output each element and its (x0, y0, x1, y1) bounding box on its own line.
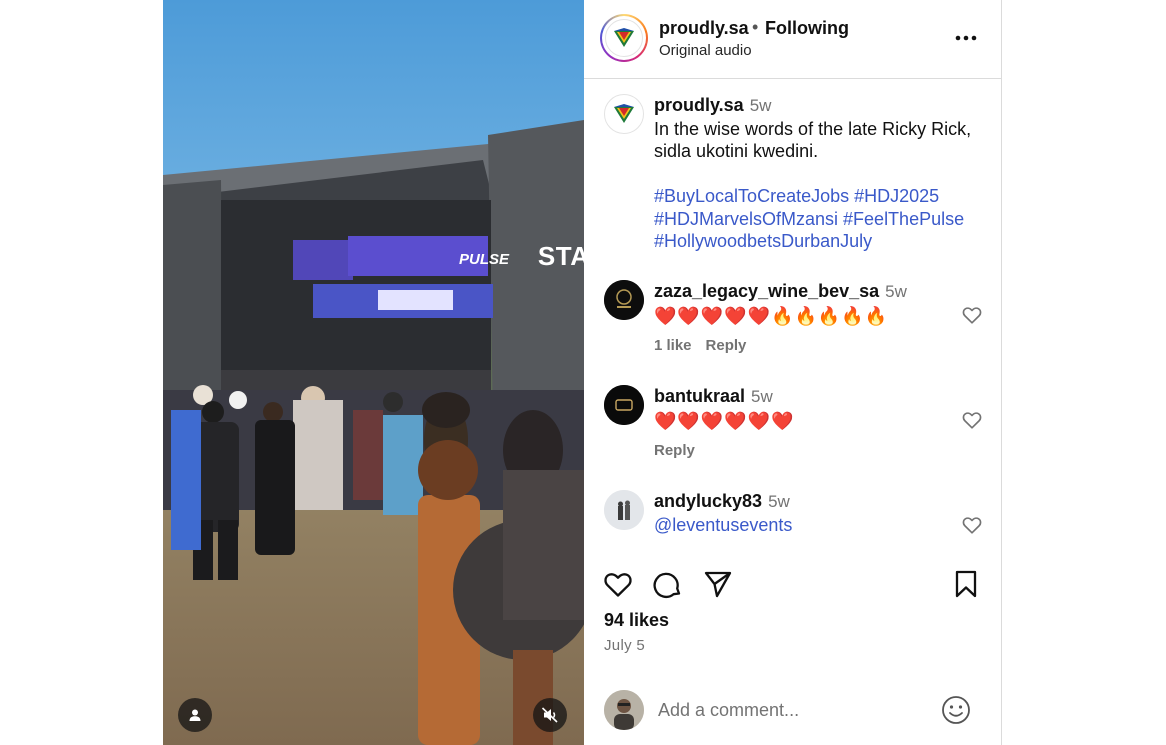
comment-mention[interactable]: @leventusevents (654, 514, 792, 536)
commenter-username[interactable]: andylucky83 (654, 491, 762, 511)
stage-sign: STAGE (537, 241, 584, 271)
heart-icon[interactable] (961, 304, 983, 326)
more-horizontal-icon (955, 35, 977, 41)
comment-text: ❤️❤️❤️❤️❤️🔥🔥🔥🔥🔥 (654, 306, 889, 326)
bookmark-icon[interactable] (950, 568, 982, 600)
comment-body: bantukraal 5w ❤️❤️❤️❤️❤️❤️ (654, 385, 794, 432)
mute-toggle-button[interactable] (533, 698, 567, 732)
post-side-panel: proudly.sa • Following Original audio pr… (584, 0, 1002, 745)
likes-count[interactable]: 94 likes (604, 610, 669, 631)
commenter-avatar[interactable] (604, 490, 644, 530)
post-date[interactable]: July 5 (604, 637, 645, 654)
muted-speaker-icon (541, 707, 558, 723)
caption-time: 5w (749, 96, 772, 115)
caption-line-1: In the wise words of the late Ricky Rick… (654, 118, 972, 139)
festival-scene-image (163, 0, 584, 745)
caption-author-avatar[interactable] (604, 94, 644, 134)
separator-dot: • (752, 17, 759, 37)
post-header: proudly.sa • Following Original audio (584, 0, 1001, 79)
post-media-video[interactable]: PULSE STAGE (163, 0, 584, 745)
hashtags-line-3[interactable]: #HollywoodbetsDurbanJuly (654, 230, 984, 253)
comments-list[interactable]: proudly.sa 5w In the wise words of the la… (584, 80, 1001, 552)
comment-time: 5w (885, 282, 907, 301)
comment-item: bantukraal 5w ❤️❤️❤️❤️❤️❤️ Reply (604, 385, 994, 475)
comment-meta: Reply (654, 442, 709, 459)
post-action-bar: 94 likes July 5 (584, 552, 1001, 672)
caption-line-2: sidla ukotini kwedini. (654, 141, 819, 161)
proudly-sa-logo-icon (614, 104, 634, 123)
commenter-avatar[interactable] (604, 385, 644, 425)
comment-time: 5w (768, 492, 790, 511)
proudly-sa-logo-icon (605, 19, 643, 57)
comment-text: ❤️❤️❤️❤️❤️❤️ (654, 411, 795, 431)
current-user-avatar (604, 690, 644, 730)
caption-username[interactable]: proudly.sa (654, 95, 744, 115)
comment-body: zaza_legacy_wine_bev_sa 5w ❤️❤️❤️❤️❤️🔥🔥🔥🔥… (654, 280, 907, 327)
comment-item: zaza_legacy_wine_bev_sa 5w ❤️❤️❤️❤️❤️🔥🔥🔥🔥… (604, 280, 994, 370)
audio-link[interactable]: Original audio (659, 42, 752, 59)
hashtags-line-1[interactable]: #BuyLocalToCreateJobs #HDJ2025 (654, 185, 984, 208)
commenter-username[interactable]: bantukraal (654, 386, 745, 406)
tagged-users-button[interactable] (178, 698, 212, 732)
author-avatar-story-ring[interactable] (600, 14, 648, 62)
reply-button[interactable]: Reply (654, 442, 695, 459)
reply-button[interactable]: Reply (706, 337, 747, 354)
comment-body: andylucky83 5w @leventusevents (654, 490, 792, 536)
hashtags-line-2[interactable]: #HDJMarvelsOfMzansi #FeelThePulse (654, 208, 984, 231)
add-comment-input[interactable] (658, 694, 928, 726)
heart-icon[interactable] (602, 568, 634, 600)
comment-likes-count[interactable]: 1 like (654, 337, 692, 354)
following-button[interactable]: Following (765, 18, 849, 39)
comment-time: 5w (751, 387, 773, 406)
commenter-username[interactable]: zaza_legacy_wine_bev_sa (654, 281, 879, 301)
send-icon[interactable] (702, 568, 734, 600)
heart-icon[interactable] (961, 514, 983, 536)
smiley-icon[interactable] (941, 695, 971, 725)
comment-icon[interactable] (652, 568, 684, 600)
more-options-button[interactable] (954, 26, 978, 50)
heart-icon[interactable] (961, 409, 983, 431)
user-icon (189, 709, 201, 721)
comment-composer (584, 672, 1001, 745)
author-username[interactable]: proudly.sa (659, 18, 749, 39)
commenter-avatar[interactable] (604, 280, 644, 320)
comment-meta: 1 like Reply (654, 337, 760, 354)
post-caption: proudly.sa 5w In the wise words of the la… (654, 94, 984, 253)
pulse-sign: PULSE (459, 251, 510, 268)
comment-item: andylucky83 5w @leventusevents (604, 490, 994, 552)
